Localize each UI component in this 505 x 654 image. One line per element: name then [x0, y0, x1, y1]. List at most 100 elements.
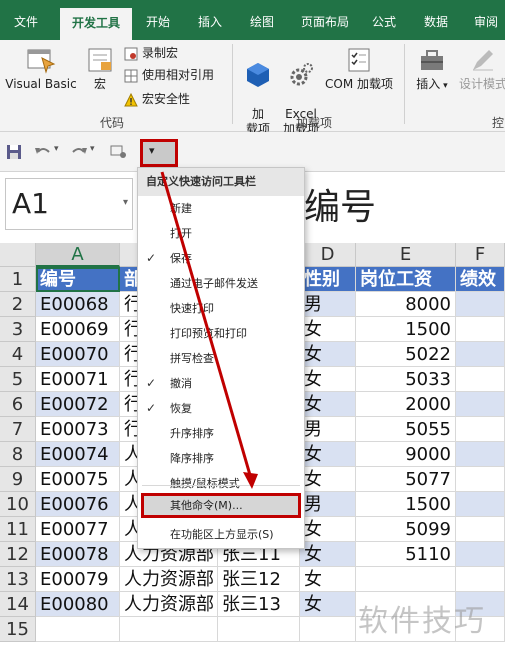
table-cell[interactable] — [218, 617, 300, 642]
customize-qat-dropdown-button[interactable]: ▾ — [140, 139, 178, 167]
table-cell[interactable] — [300, 617, 356, 642]
row-header[interactable]: 9 — [0, 467, 36, 492]
row-header[interactable]: 4 — [0, 342, 36, 367]
row-header[interactable]: 7 — [0, 417, 36, 442]
table-cell[interactable]: E00074 — [36, 442, 120, 467]
visual-basic-button[interactable]: Visual Basic — [4, 46, 78, 92]
table-cell[interactable]: 女 — [300, 392, 356, 417]
row-header[interactable]: 11 — [0, 517, 36, 542]
table-cell[interactable]: 女 — [300, 542, 356, 567]
header-cell[interactable]: 性别 — [300, 267, 356, 292]
tab-developer[interactable]: 开发工具 — [60, 8, 132, 40]
select-all-corner[interactable] — [0, 243, 36, 267]
table-cell[interactable]: 女 — [300, 467, 356, 492]
row-header[interactable]: 15 — [0, 617, 36, 642]
qat-menu-item[interactable]: 新建 — [138, 196, 304, 221]
row-header[interactable]: 10 — [0, 492, 36, 517]
record-macro-button[interactable]: 录制宏 — [124, 44, 178, 62]
table-cell[interactable]: E00080 — [36, 592, 120, 617]
table-cell[interactable]: 女 — [300, 567, 356, 592]
show-above-ribbon-menu-item[interactable]: 在功能区上方显示(S) — [138, 522, 304, 547]
table-cell[interactable] — [456, 492, 505, 517]
table-cell[interactable] — [456, 392, 505, 417]
qat-menu-item[interactable]: 降序排序 — [138, 446, 304, 471]
table-cell[interactable]: E00073 — [36, 417, 120, 442]
table-cell[interactable]: 2000 — [356, 392, 456, 417]
row-header[interactable]: 3 — [0, 317, 36, 342]
table-cell[interactable]: E00069 — [36, 317, 120, 342]
row-header[interactable]: 8 — [0, 442, 36, 467]
qat-menu-item[interactable]: ✓ 保存 — [138, 246, 304, 271]
table-cell[interactable] — [456, 567, 505, 592]
chevron-down-icon[interactable]: ▾ — [123, 197, 128, 208]
column-header-d[interactable]: D — [300, 243, 356, 267]
table-cell[interactable]: 5055 — [356, 417, 456, 442]
qat-menu-item[interactable]: 升序排序 — [138, 421, 304, 446]
macro-button[interactable]: 宏 — [82, 46, 118, 92]
table-cell[interactable]: 男 — [300, 417, 356, 442]
row-header[interactable]: 14 — [0, 592, 36, 617]
table-cell[interactable]: E00078 — [36, 542, 120, 567]
com-addins-button[interactable]: COM 加载项 — [322, 46, 396, 92]
tab-file[interactable]: 文件 — [6, 0, 46, 40]
table-cell[interactable] — [456, 467, 505, 492]
table-cell[interactable]: E00070 — [36, 342, 120, 367]
table-cell[interactable]: E00068 — [36, 292, 120, 317]
qat-menu-item[interactable]: 打开 — [138, 221, 304, 246]
table-cell[interactable]: E00075 — [36, 467, 120, 492]
tab-review[interactable]: 审阅 — [468, 0, 504, 40]
qat-menu-item[interactable]: 拼写检查 — [138, 346, 304, 371]
table-cell[interactable]: 1500 — [356, 317, 456, 342]
table-cell[interactable]: 女 — [300, 592, 356, 617]
table-cell[interactable]: 女 — [300, 317, 356, 342]
qat-menu-item[interactable]: 快速打印 — [138, 296, 304, 321]
header-cell[interactable]: 绩效 — [456, 267, 505, 292]
table-cell[interactable]: 8000 — [356, 292, 456, 317]
row-header[interactable]: 2 — [0, 292, 36, 317]
table-cell[interactable]: E00072 — [36, 392, 120, 417]
tab-page-layout[interactable]: 页面布局 — [296, 0, 354, 40]
column-header-a[interactable]: A — [36, 243, 120, 267]
table-cell[interactable]: E00079 — [36, 567, 120, 592]
table-cell[interactable]: E00076 — [36, 492, 120, 517]
save-icon[interactable] — [6, 142, 22, 162]
insert-control-button[interactable]: 插入 ▾ — [410, 46, 454, 94]
undo-icon[interactable] — [34, 142, 52, 162]
table-cell[interactable] — [356, 567, 456, 592]
row-header[interactable]: 5 — [0, 367, 36, 392]
redo-icon[interactable] — [70, 142, 88, 162]
table-cell[interactable] — [456, 317, 505, 342]
table-cell[interactable] — [36, 617, 120, 642]
table-cell[interactable]: 人力资源部 — [120, 592, 218, 617]
table-cell[interactable]: 1500 — [356, 492, 456, 517]
relative-reference-button[interactable]: 使用相对引用 — [124, 66, 214, 84]
table-cell[interactable]: 女 — [300, 342, 356, 367]
qat-menu-item[interactable]: ✓ 恢复 — [138, 396, 304, 421]
design-mode-button[interactable]: 设计模式 — [456, 46, 505, 92]
table-cell[interactable] — [456, 442, 505, 467]
table-cell[interactable]: E00077 — [36, 517, 120, 542]
formula-content[interactable]: 编号 — [304, 178, 376, 230]
tab-draw[interactable]: 绘图 — [244, 0, 280, 40]
qat-menu-item[interactable]: ✓ 撤消 — [138, 371, 304, 396]
table-cell[interactable]: 女 — [300, 367, 356, 392]
touch-mode-icon[interactable] — [110, 142, 128, 162]
table-cell[interactable] — [456, 342, 505, 367]
table-cell[interactable]: 9000 — [356, 442, 456, 467]
table-cell[interactable] — [456, 367, 505, 392]
table-cell[interactable]: E00071 — [36, 367, 120, 392]
addins-button[interactable]: 加 载项 — [238, 46, 278, 137]
table-cell[interactable] — [456, 517, 505, 542]
table-cell[interactable] — [456, 542, 505, 567]
table-cell[interactable] — [120, 617, 218, 642]
table-cell[interactable]: 5110 — [356, 542, 456, 567]
column-header-f[interactable]: F — [456, 243, 505, 267]
table-cell[interactable]: 女 — [300, 517, 356, 542]
row-header[interactable]: 1 — [0, 267, 36, 292]
macro-security-button[interactable]: 宏安全性 — [124, 90, 190, 108]
tab-data[interactable]: 数据 — [418, 0, 454, 40]
header-cell[interactable]: 岗位工资 — [356, 267, 456, 292]
table-cell[interactable]: 5033 — [356, 367, 456, 392]
table-cell[interactable]: 张三13 — [218, 592, 300, 617]
tab-formulas[interactable]: 公式 — [366, 0, 402, 40]
